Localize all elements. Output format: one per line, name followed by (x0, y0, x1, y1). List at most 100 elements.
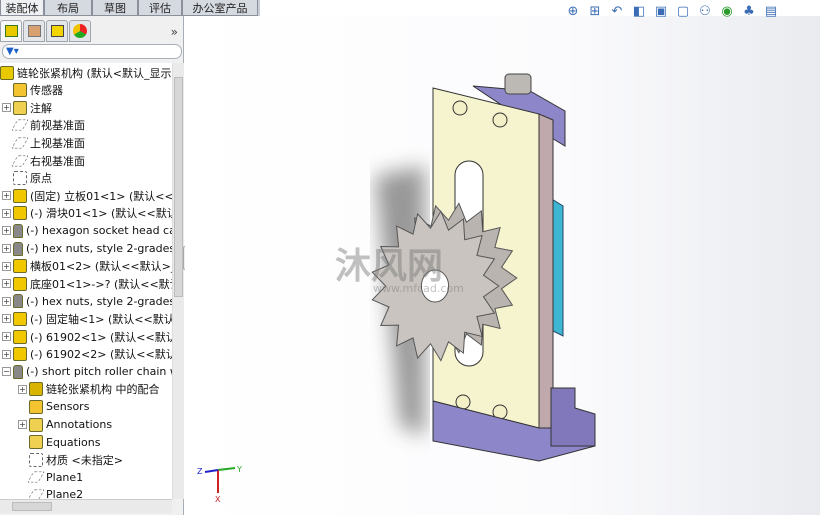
tree-item[interactable]: + (-) hex nuts, style 2-grades (2, 293, 172, 310)
part-icon (13, 188, 27, 203)
expand-toggle[interactable]: + (2, 208, 11, 218)
tree-item-label: (固定) 立板01<1> (默认<<默 (30, 189, 172, 203)
assembly-icon (0, 65, 14, 80)
tree-connector (18, 402, 27, 411)
tree-item[interactable]: 链轮张紧机构 (默认<默认_显示状 (0, 64, 172, 81)
expand-toggle[interactable]: + (2, 332, 11, 341)
toolbox-icon (13, 294, 23, 309)
tree-item[interactable]: − (-) short pitch roller chain w (2, 363, 172, 380)
tree-item-label: 材质 <未指定> (46, 453, 123, 467)
tree-item[interactable]: Equations (18, 434, 100, 451)
tab-2[interactable]: 草图 (92, 0, 138, 16)
y-axis-label: Y (236, 465, 242, 474)
tree-item-label: 横板01<2> (默认<<默认>_显 (30, 260, 172, 274)
tree-item-label: 右视基准面 (30, 154, 85, 168)
toolbox-icon (13, 364, 23, 379)
scroll-thumb[interactable] (12, 502, 52, 511)
tab-0[interactable]: 装配体 (0, 0, 44, 16)
expand-toggle[interactable]: + (2, 314, 11, 324)
mates-icon (29, 382, 43, 397)
configuration-manager-tab[interactable] (46, 20, 68, 42)
expand-toggle[interactable]: + (2, 279, 11, 289)
tree-item-label: (-) short pitch roller chain w (26, 365, 172, 379)
tree-item[interactable]: 材质 <未指定> (18, 451, 123, 468)
more-tabs-button[interactable]: » (171, 25, 178, 39)
tree-connector (2, 138, 11, 147)
tree-item-label: (-) hex nuts, style 2-grades (26, 294, 172, 308)
tree-item-label: 链轮张紧机构 中的配合 (46, 383, 160, 397)
tree-item[interactable]: 前视基准面 (2, 117, 85, 134)
assembly-model[interactable]: 沐风网 www.mfcad.com Y Z X (185, 16, 820, 515)
tab-4[interactable]: 办公室产品 (182, 0, 258, 16)
tree-item[interactable]: + (-) hex nuts, style 2-grades (2, 240, 172, 257)
tab-3[interactable]: 评估 (138, 0, 182, 16)
tree-item[interactable]: + Annotations (18, 416, 112, 433)
part-icon (13, 259, 27, 274)
tree-connector (18, 455, 27, 464)
expand-toggle[interactable]: + (2, 103, 11, 113)
filter-input[interactable]: ▼▾ (2, 44, 182, 59)
tree-item-label: Plane2 (46, 488, 84, 499)
material-icon (29, 452, 43, 467)
expand-toggle[interactable]: + (18, 420, 27, 429)
tree-item[interactable]: + 链轮张紧机构 中的配合 (18, 381, 160, 398)
display-manager-tab[interactable] (69, 20, 91, 42)
part-icon (13, 206, 27, 221)
property-manager-tab[interactable] (23, 20, 45, 42)
sensor-icon (29, 399, 43, 414)
tree-item[interactable]: Plane2 (18, 486, 83, 499)
expand-toggle[interactable]: − (2, 367, 11, 377)
expand-toggle[interactable]: + (2, 349, 11, 359)
tree-item-label: 注解 (30, 101, 52, 115)
tree-item[interactable]: + (-) 固定轴<1> (默认<<默认 (2, 310, 172, 327)
annotation-icon (29, 417, 43, 432)
tree-item[interactable]: + (-) 61902<1> (默认<<默认 (2, 328, 172, 345)
tree-item[interactable]: + (固定) 立板01<1> (默认<<默 (2, 187, 172, 204)
tree-item[interactable]: + (-) hexagon socket head ca (2, 222, 172, 239)
tree-connector (2, 174, 11, 183)
tab-1[interactable]: 布局 (44, 0, 92, 16)
expand-toggle[interactable]: + (18, 384, 27, 394)
tree-connector (18, 490, 27, 499)
toolbox-icon (13, 223, 23, 238)
tree-item[interactable]: Plane1 (18, 469, 83, 486)
feature-tree: 链轮张紧机构 (默认<默认_显示状 传感器 + 注解前视基准面 上视基准面右视基准面原点… (0, 63, 172, 499)
tree-item-label: Sensors (46, 400, 90, 414)
tree-item[interactable]: 右视基准面 (2, 152, 85, 169)
expand-toggle[interactable]: + (2, 191, 11, 201)
graphics-viewport[interactable]: ⊕ ⊞ ↶ ◧ ▣ ▢ ⚇ ◉ ♣ ▤ 沐风网 www.mfcad.com Y Z X (185, 4, 820, 515)
z-axis-label: Z (197, 467, 203, 476)
tree-item[interactable]: 传感器 (2, 82, 63, 99)
filter-icon[interactable]: ▼▾ (6, 46, 19, 57)
plane-icon (11, 154, 29, 167)
tree-vertical-scrollbar[interactable] (172, 63, 184, 499)
tree-item[interactable]: 原点 (2, 170, 52, 187)
feature-manager-panel: » ▼▾ 链轮张紧机构 (默认<默认_显示状 传感器 + 注解前视基准面 上视基准面右视… (0, 16, 184, 515)
tree-item[interactable]: 上视基准面 (2, 134, 85, 151)
expand-toggle[interactable]: + (2, 226, 11, 236)
expand-toggle[interactable]: + (2, 296, 11, 306)
tree-connector (2, 86, 11, 95)
tree-item-label: (-) 滑块01<1> (默认<<默认 (30, 207, 172, 221)
tree-item[interactable]: + (-) 61902<2> (默认<<默认 (2, 346, 172, 363)
tree-item-label: Plane1 (46, 470, 84, 484)
tree-item[interactable]: Sensors (18, 398, 89, 415)
scroll-thumb[interactable] (174, 77, 183, 297)
expand-toggle[interactable]: + (2, 261, 11, 271)
tree-item-label: (-) 61902<2> (默认<<默认 (30, 348, 172, 362)
expand-toggle[interactable]: + (2, 244, 11, 253)
plate-edge (538, 113, 554, 433)
toolbox-icon (13, 241, 23, 256)
tree-item[interactable]: + 底座01<1>->? (默认<<默认 (2, 275, 172, 292)
part-icon (13, 347, 27, 362)
tree-item-label: 前视基准面 (30, 119, 85, 133)
tree-item[interactable]: + 横板01<2> (默认<<默认>_显 (2, 258, 172, 275)
tree-item-label: 底座01<1>->? (默认<<默认 (30, 277, 172, 291)
tree-item-label: (-) 固定轴<1> (默认<<默认 (30, 312, 172, 326)
tree-connector (18, 438, 27, 447)
base-foot (550, 387, 596, 447)
tree-item[interactable]: + 注解 (2, 99, 52, 116)
feature-manager-tab[interactable] (0, 20, 22, 42)
tree-horizontal-scrollbar[interactable] (0, 499, 172, 513)
tree-item[interactable]: + (-) 滑块01<1> (默认<<默认 (2, 205, 172, 222)
